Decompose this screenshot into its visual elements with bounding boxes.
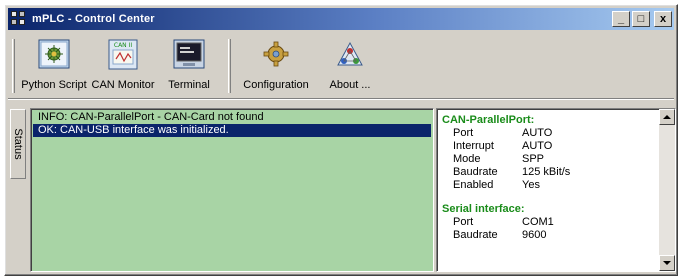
section-title-serial-interface: Serial interface: bbox=[442, 203, 525, 215]
window-title: mPLC - Control Center bbox=[32, 13, 155, 25]
property-value: 9600 bbox=[522, 229, 547, 241]
app-icon[interactable] bbox=[11, 11, 27, 27]
property-key: Port bbox=[453, 216, 474, 228]
python-script-icon bbox=[38, 39, 70, 69]
property-value: SPP bbox=[522, 153, 545, 165]
property-row: Port COM1 bbox=[442, 216, 654, 229]
property-value: AUTO bbox=[522, 140, 553, 152]
terminal-icon bbox=[173, 39, 205, 69]
can-monitor-icon-text: CAN II bbox=[114, 42, 132, 49]
property-key: Interrupt bbox=[453, 140, 494, 152]
python-script-button[interactable]: Python Script bbox=[20, 37, 88, 95]
title-bar[interactable]: mPLC - Control Center _ □ x bbox=[8, 8, 674, 30]
can-monitor-button[interactable]: CAN II CAN Monitor bbox=[90, 37, 156, 95]
vertical-scrollbar[interactable] bbox=[659, 109, 675, 271]
property-key: Baudrate bbox=[453, 229, 498, 241]
scroll-down-button[interactable] bbox=[659, 255, 675, 271]
property-row: Baudrate 125 kBit/s bbox=[442, 166, 654, 179]
property-key: Port bbox=[453, 127, 474, 139]
status-tab[interactable]: Status bbox=[10, 109, 26, 179]
configuration-icon bbox=[263, 41, 289, 67]
configuration-label: Configuration bbox=[243, 79, 309, 91]
can-monitor-label: CAN Monitor bbox=[91, 79, 155, 91]
property-row: Baudrate 9600 bbox=[442, 229, 654, 242]
property-row: Interrupt AUTO bbox=[442, 140, 654, 153]
toolbar: Python Script CAN II CAN Monitor Termina… bbox=[8, 33, 674, 99]
property-row: Enabled Yes bbox=[442, 179, 654, 192]
log-line-selected[interactable]: OK: CAN-USB interface was initialized. bbox=[33, 124, 431, 137]
configuration-button[interactable]: Configuration bbox=[234, 37, 318, 95]
property-value: 125 kBit/s bbox=[522, 166, 571, 178]
property-value: Yes bbox=[522, 179, 540, 191]
properties-panel[interactable]: CAN-ParallelPort: Port AUTO Interrupt AU… bbox=[436, 108, 676, 272]
window-controls: _ □ x bbox=[612, 11, 672, 27]
section-title-can-parallelport: CAN-ParallelPort: bbox=[442, 114, 535, 126]
about-button[interactable]: About ... bbox=[320, 37, 380, 95]
property-key: Enabled bbox=[453, 179, 494, 191]
property-value: AUTO bbox=[522, 127, 553, 139]
main-window: mPLC - Control Center _ □ x Python Scrip… bbox=[4, 4, 678, 276]
close-button[interactable]: x bbox=[654, 11, 672, 27]
python-script-label: Python Script bbox=[21, 79, 87, 91]
terminal-label: Terminal bbox=[168, 79, 210, 91]
arrow-up-icon bbox=[663, 115, 671, 119]
maximize-button[interactable]: □ bbox=[632, 11, 650, 27]
about-icon bbox=[337, 41, 363, 66]
toolbar-separator bbox=[228, 39, 231, 93]
property-key: Mode bbox=[453, 153, 481, 165]
property-row: Port AUTO bbox=[442, 127, 654, 140]
property-row: Mode SPP bbox=[442, 153, 654, 166]
arrow-down-icon bbox=[663, 261, 671, 265]
status-log[interactable]: INFO: CAN-ParallelPort - CAN-Card not fo… bbox=[30, 108, 434, 272]
minimize-button[interactable]: _ bbox=[612, 11, 630, 27]
properties-content: CAN-ParallelPort: Port AUTO Interrupt AU… bbox=[442, 113, 654, 242]
toolbar-gripper[interactable] bbox=[12, 39, 15, 93]
can-monitor-icon: CAN II bbox=[108, 39, 138, 70]
scroll-up-button[interactable] bbox=[659, 109, 675, 125]
property-key: Baudrate bbox=[453, 166, 498, 178]
status-tab-label: Status bbox=[12, 128, 24, 160]
terminal-button[interactable]: Terminal bbox=[160, 37, 218, 95]
log-line[interactable]: INFO: CAN-ParallelPort - CAN-Card not fo… bbox=[33, 111, 431, 124]
property-value: COM1 bbox=[522, 216, 554, 228]
about-label: About ... bbox=[329, 79, 371, 91]
